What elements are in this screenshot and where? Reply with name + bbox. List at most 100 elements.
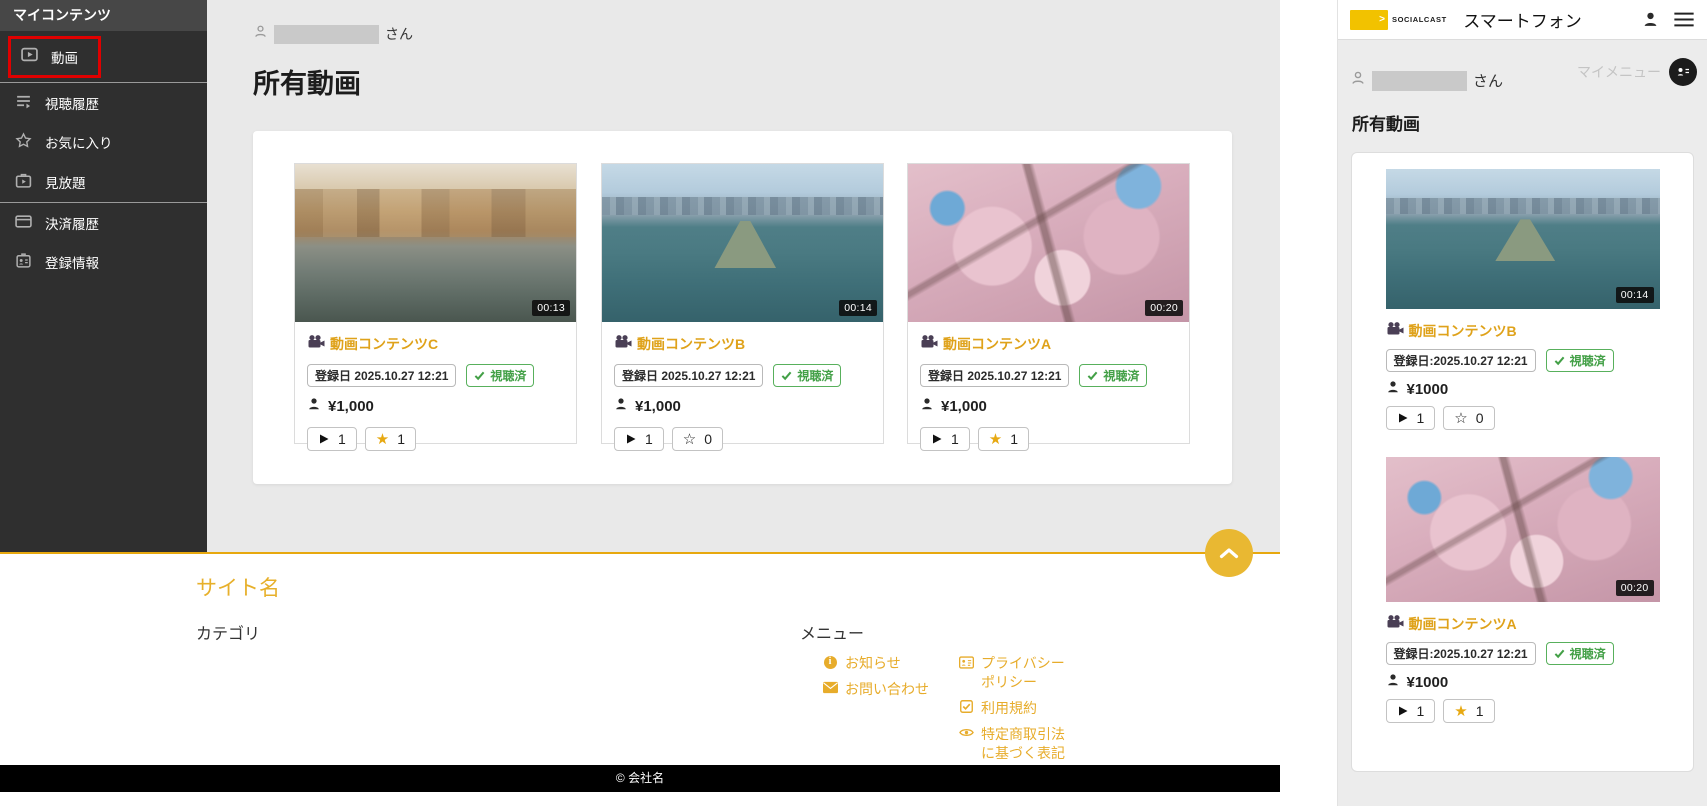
person-solid-icon <box>614 397 628 416</box>
star-count-badge[interactable]: ☆ 0 <box>1443 406 1495 430</box>
video-thumbnail-cherry-blossoms[interactable]: 00:20 <box>908 164 1189 322</box>
star-count-badge[interactable]: ★ 1 <box>977 427 1030 451</box>
copyright-bar: © 会社名 <box>0 765 1280 792</box>
watched-badge: 視聴済 <box>1545 349 1614 372</box>
footer-link-privacy-policy[interactable]: プライバシーポリシー <box>958 654 1068 692</box>
footer-link-terms[interactable]: 利用規約 <box>958 699 1068 718</box>
video-title[interactable]: 動画コンテンツA <box>1409 614 1517 634</box>
video-card: 00:20 動画コンテンツA 登録日 2025.10.27 12:21 視聴済 <box>907 163 1190 451</box>
video-title[interactable]: 動画コンテンツA <box>943 334 1051 354</box>
video-title-link[interactable]: 動画コンテンツA <box>920 334 1177 354</box>
movie-camera-icon <box>920 334 938 354</box>
user-icon[interactable] <box>1642 11 1659 28</box>
price-value: ¥1,000 <box>328 398 374 415</box>
logo-text: SOCIALCAST <box>1392 15 1447 24</box>
video-title-link[interactable]: 動画コンテンツC <box>307 334 564 354</box>
duration-badge: 00:14 <box>1615 287 1654 303</box>
movie-camera-icon <box>1386 614 1404 634</box>
star-count-badge[interactable]: ★ 1 <box>1443 699 1495 723</box>
logo-mark-icon: > <box>1350 9 1388 30</box>
price-row: ¥1,000 <box>920 397 1177 416</box>
credit-card-icon <box>15 213 32 233</box>
price-row: ¥1000 <box>1386 673 1660 692</box>
play-icon <box>1398 413 1407 423</box>
video-thumbnail-statue-of-liberty[interactable]: 00:14 <box>1385 169 1660 309</box>
person-solid-icon <box>1386 380 1400 399</box>
registered-date-badge: 登録日 2025.10.27 12:21 <box>920 364 1070 387</box>
footer-links-right: プライバシーポリシー 利用規約 特定商取引法に基づく表記 <box>958 654 1068 762</box>
video-title[interactable]: 動画コンテンツB <box>637 334 745 354</box>
video-thumbnail-cherry-blossoms[interactable]: 00:20 <box>1385 457 1660 602</box>
user-name-suffix: さん <box>385 26 413 42</box>
main-content: さん 所有動画 00:13 動画コンテンツC 登録日 2025.10.27 12… <box>207 0 1280 552</box>
duration-badge: 00:20 <box>1615 580 1654 596</box>
sidebar-item-subscription[interactable]: 見放題 <box>0 162 207 202</box>
video-thumbnail-venice-canal[interactable]: 00:13 <box>295 164 576 322</box>
watched-badge: 視聴済 <box>1545 642 1614 665</box>
play-count-badge: 1 <box>1385 699 1436 723</box>
sidebar-item-videos[interactable]: 動画 <box>0 31 207 82</box>
site-footer: サイト名 カテゴリ メニュー i お知らせ お問い合わせ プライバシーポリシー … <box>0 552 1280 806</box>
star-count-badge[interactable]: ☆ 0 <box>671 427 724 451</box>
count-row: 1 ☆ 0 <box>1385 406 1660 430</box>
hamburger-menu-icon[interactable] <box>1673 12 1695 27</box>
watched-badge: 視聴済 <box>1079 364 1148 387</box>
smartphone-preview-panel: > SOCIALCAST スマートフォン さん マイメニュー 所有動画 00:1… <box>1337 0 1707 806</box>
footer-link-commercial-disclosure[interactable]: 特定商取引法に基づく表記 <box>958 725 1068 763</box>
video-title[interactable]: 動画コンテンツB <box>1409 321 1517 341</box>
video-play-icon <box>21 46 38 68</box>
redacted-user-name <box>274 24 379 44</box>
star-icon: ★ <box>375 430 390 448</box>
all-you-can-watch-icon <box>15 172 32 192</box>
phone-video-card: 00:14 動画コンテンツB 登録日:2025.10.27 12:21 視聴済 … <box>1385 153 1660 430</box>
footer-link-news[interactable]: i お知らせ <box>822 654 929 673</box>
my-menu-label[interactable]: マイメニュー <box>1577 62 1661 82</box>
video-badges: 登録日 2025.10.27 12:21 視聴済 <box>614 364 871 387</box>
video-badges: 登録日 2025.10.27 12:21 視聴済 <box>307 364 564 387</box>
video-thumbnail-statue-of-liberty[interactable]: 00:14 <box>602 164 883 322</box>
mail-icon <box>822 680 838 696</box>
video-title-link[interactable]: 動画コンテンツB <box>614 334 871 354</box>
footer-site-name[interactable]: サイト名 <box>196 572 280 602</box>
terms-check-icon <box>958 699 974 715</box>
video-title-link[interactable]: 動画コンテンツA <box>1386 614 1660 634</box>
registered-date-badge: 登録日 2025.10.27 12:21 <box>307 364 457 387</box>
sidebar-header: マイコンテンツ <box>0 0 207 31</box>
phone-my-menu: マイメニュー <box>1577 58 1697 86</box>
phone-user-greeting: さん <box>1350 70 1503 91</box>
play-icon <box>933 434 942 444</box>
sidebar-item-favorites[interactable]: お気に入り <box>0 122 207 162</box>
phone-panel-title: スマートフォン <box>1463 12 1582 31</box>
check-icon <box>1554 649 1564 659</box>
watched-badge: 視聴済 <box>773 364 842 387</box>
user-name-suffix: さん <box>1473 73 1504 90</box>
my-menu-badge-icon[interactable] <box>1669 58 1697 86</box>
phone-video-card: 00:20 動画コンテンツA 登録日:2025.10.27 12:21 視聴済 … <box>1385 457 1660 723</box>
watched-badge: 視聴済 <box>466 364 535 387</box>
phone-video-cards-panel: 00:14 動画コンテンツB 登録日:2025.10.27 12:21 視聴済 … <box>1351 152 1694 772</box>
sidebar-item-payments[interactable]: 決済履歴 <box>0 202 207 242</box>
star-count-badge[interactable]: ★ 1 <box>364 427 417 451</box>
count-row: 1 ★ 1 <box>307 427 564 451</box>
footer-links-left: i お知らせ お問い合わせ <box>822 654 929 699</box>
play-count-badge: 1 <box>307 427 357 451</box>
video-title-link[interactable]: 動画コンテンツB <box>1386 321 1660 341</box>
video-title[interactable]: 動画コンテンツC <box>330 334 438 354</box>
check-icon <box>475 371 485 381</box>
video-badges: 登録日:2025.10.27 12:21 視聴済 <box>1385 642 1660 665</box>
sidebar-item-registration[interactable]: 登録情報 <box>0 242 207 282</box>
footer-link-contact[interactable]: お問い合わせ <box>822 680 929 699</box>
sidebar-item-history[interactable]: 視聴履歴 <box>0 82 207 122</box>
socialcast-logo[interactable]: > SOCIALCAST <box>1350 9 1447 30</box>
scroll-to-top-button[interactable] <box>1205 529 1253 577</box>
play-count-badge: 1 <box>614 427 664 451</box>
person-solid-icon <box>1386 673 1400 692</box>
active-item-highlight-box[interactable]: 動画 <box>8 36 101 78</box>
star-icon: ☆ <box>682 430 697 448</box>
star-outline-icon <box>15 132 32 152</box>
price-row: ¥1,000 <box>614 397 871 416</box>
disclosure-eye-icon <box>958 725 974 741</box>
play-icon <box>1398 706 1407 716</box>
info-icon: i <box>822 654 838 670</box>
video-card: 00:13 動画コンテンツC 登録日 2025.10.27 12:21 視聴済 <box>294 163 577 451</box>
